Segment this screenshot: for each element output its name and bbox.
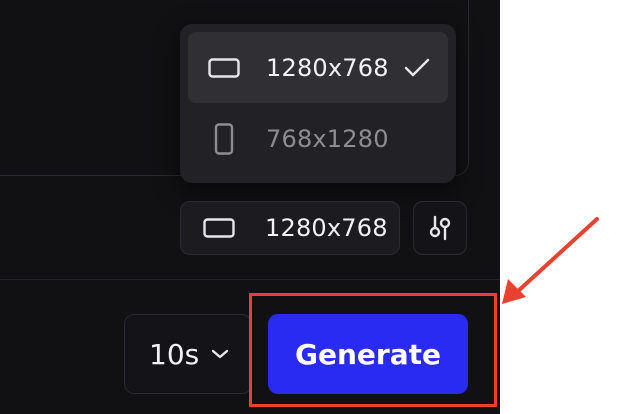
portrait-rect-icon	[206, 103, 242, 174]
resolution-value: 1280x768	[265, 214, 388, 242]
sliders-icon	[428, 215, 452, 241]
duration-select-button[interactable]: 10s	[124, 314, 252, 394]
resolution-option-portrait[interactable]: 768x1280	[188, 103, 448, 174]
check-icon	[404, 32, 430, 103]
chevron-down-icon	[211, 315, 229, 393]
landscape-rect-icon	[206, 32, 242, 103]
divider	[0, 279, 500, 280]
generate-button[interactable]: Generate	[268, 314, 468, 394]
resolution-option-label: 1280x768	[266, 53, 389, 82]
landscape-rect-icon	[203, 202, 235, 254]
resolution-menu: 1280x768 768x1280	[180, 24, 456, 183]
settings-button[interactable]	[413, 201, 467, 255]
duration-value: 10s	[149, 337, 200, 371]
background-area	[500, 0, 640, 414]
resolution-option-landscape[interactable]: 1280x768	[188, 32, 448, 103]
resolution-option-label: 768x1280	[266, 124, 389, 153]
resolution-select-button[interactable]: 1280x768	[180, 201, 400, 255]
screenshot-stage: 1280x768 768x1280 1280x768 10s Generate	[0, 0, 640, 414]
